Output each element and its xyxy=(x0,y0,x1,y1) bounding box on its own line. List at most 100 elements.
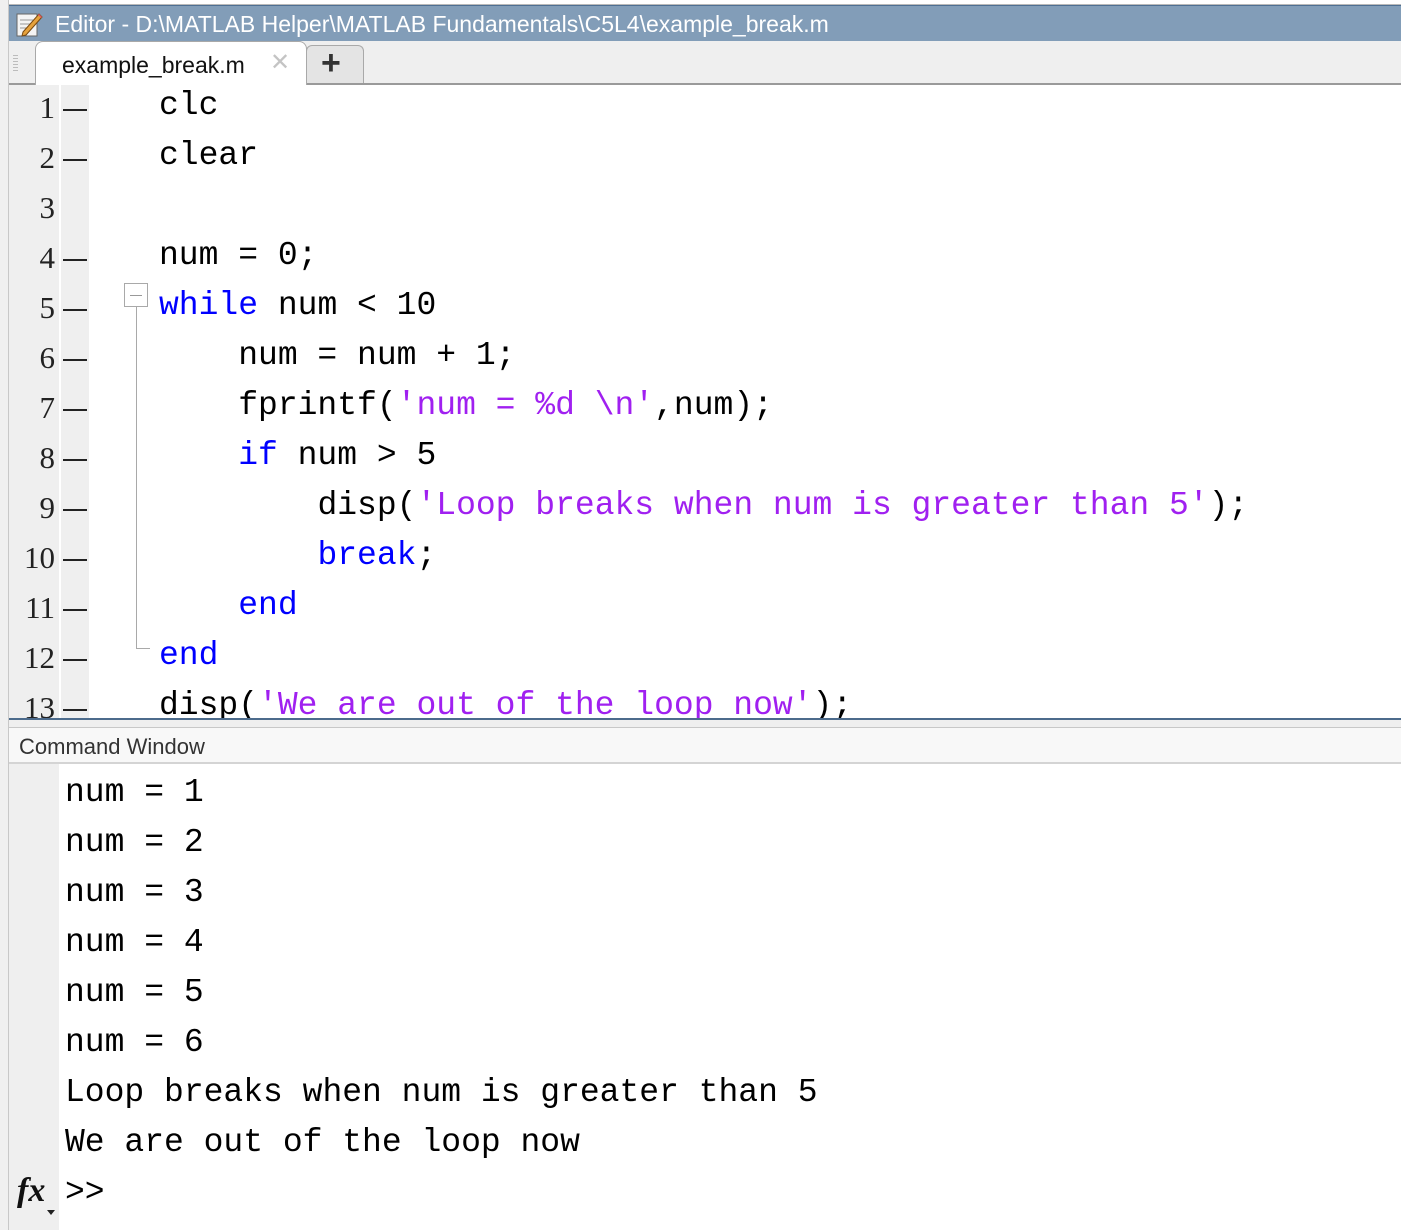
code-token: ); xyxy=(1209,487,1249,524)
breakpoint-marker[interactable] xyxy=(63,409,87,411)
panel-divider[interactable] xyxy=(9,720,1401,728)
output-line: We are out of the loop now xyxy=(65,1124,580,1161)
indent xyxy=(159,437,238,474)
breakpoint-marker[interactable] xyxy=(63,359,87,361)
code-token: fprintf( xyxy=(238,387,396,424)
output-line: num = 2 xyxy=(65,824,204,861)
line-number: 1 xyxy=(9,90,55,126)
code-line[interactable]: 13disp('We are out of the loop now'); xyxy=(9,685,1401,720)
output-line: num = 3 xyxy=(65,874,204,911)
indent xyxy=(159,337,238,374)
breakpoint-marker[interactable] xyxy=(63,559,87,561)
breakpoint-marker[interactable] xyxy=(63,309,87,311)
code-line[interactable]: 4 num = 0; xyxy=(9,235,1401,285)
code-line[interactable]: 3 xyxy=(9,185,1401,235)
code-text: disp('Loop breaks when num is greater th… xyxy=(159,487,1248,524)
code-text: clc xyxy=(159,87,218,124)
code-token: num > 5 xyxy=(278,437,436,474)
string-token: 'num = %d \n' xyxy=(397,387,654,424)
command-window[interactable]: num = 1num = 2num = 3num = 4num = 5num =… xyxy=(9,764,1401,1230)
breakpoint-marker[interactable] xyxy=(63,709,87,711)
breakpoint-marker[interactable] xyxy=(63,459,87,461)
indent xyxy=(159,587,238,624)
breakpoint-marker[interactable] xyxy=(63,109,87,111)
line-number: 11 xyxy=(9,590,55,626)
collapse-icon[interactable] xyxy=(124,283,148,307)
code-text: num = 0; xyxy=(159,237,317,274)
tab-bar: example_break.m ✕ + xyxy=(9,41,1401,85)
left-border xyxy=(0,0,9,1230)
editor-title-bar[interactable]: Editor - D:\MATLAB Helper\MATLAB Fundame… xyxy=(9,5,1401,41)
output-line: num = 1 xyxy=(65,774,204,811)
code-text: end xyxy=(159,637,218,674)
close-icon[interactable]: ✕ xyxy=(270,48,290,77)
line-number: 6 xyxy=(9,340,55,376)
code-line[interactable]: 10 break; xyxy=(9,535,1401,585)
code-line[interactable]: 1 clc xyxy=(9,85,1401,135)
line-number: 5 xyxy=(9,290,55,326)
code-text: num = num + 1; xyxy=(159,337,515,374)
code-line[interactable]: 9 disp('Loop breaks when num is greater … xyxy=(9,485,1401,535)
fold-guide xyxy=(136,307,137,649)
breakpoint-marker[interactable] xyxy=(63,509,87,511)
line-number: 2 xyxy=(9,140,55,176)
command-window-header[interactable]: Command Window xyxy=(9,728,1401,764)
code-token: ); xyxy=(813,687,853,720)
output-line: num = 6 xyxy=(65,1024,204,1061)
code-token: clear xyxy=(159,137,258,174)
string-token: 'Loop breaks when num is greater than 5' xyxy=(416,487,1208,524)
tab-example-break[interactable]: example_break.m ✕ xyxy=(35,41,307,85)
tab-label: example_break.m xyxy=(62,52,245,79)
code-editor[interactable]: 1 clc 2 clear 3 4 num = 0; 5 while num < 10 6 num… xyxy=(9,85,1401,720)
command-prompt[interactable]: >> xyxy=(65,1174,105,1211)
indent xyxy=(159,387,238,424)
line-number: 4 xyxy=(9,240,55,276)
indent xyxy=(159,537,317,574)
fold-guide-end xyxy=(136,648,150,649)
code-text: if num > 5 xyxy=(159,437,436,474)
code-token: disp( xyxy=(159,687,258,720)
breakpoint-marker[interactable] xyxy=(63,159,87,161)
code-token: clc xyxy=(159,87,218,124)
code-text: while num < 10 xyxy=(159,287,436,324)
code-line[interactable]: 5 while num < 10 xyxy=(9,285,1401,335)
pencil-editor-icon xyxy=(15,10,43,38)
function-browser-icon[interactable]: fx xyxy=(17,1172,45,1210)
code-token: num = 0; xyxy=(159,237,317,274)
line-number: 7 xyxy=(9,390,55,426)
line-number: 3 xyxy=(9,190,55,226)
code-text: break; xyxy=(159,537,436,574)
output-line: Loop breaks when num is greater than 5 xyxy=(65,1074,818,1111)
window-title: Editor - D:\MATLAB Helper\MATLAB Fundame… xyxy=(55,11,829,38)
keyword-token: end xyxy=(159,637,218,674)
code-line[interactable]: 12end xyxy=(9,635,1401,685)
keyword-token: if xyxy=(238,437,278,474)
dropdown-arrow-icon[interactable] xyxy=(47,1210,55,1215)
keyword-token: end xyxy=(238,587,297,624)
code-token: num < 10 xyxy=(258,287,436,324)
code-text: fprintf('num = %d \n',num); xyxy=(159,387,773,424)
add-tab-button[interactable]: + xyxy=(306,45,364,83)
code-token: num = num + 1; xyxy=(238,337,515,374)
code-token: ; xyxy=(416,537,436,574)
breakpoint-marker[interactable] xyxy=(63,259,87,261)
code-line[interactable]: 2 clear xyxy=(9,135,1401,185)
line-number: 8 xyxy=(9,440,55,476)
string-token: 'We are out of the loop now' xyxy=(258,687,813,720)
code-text: clear xyxy=(159,137,258,174)
code-line[interactable]: 6 num = num + 1; xyxy=(9,335,1401,385)
code-line[interactable]: 11 end xyxy=(9,585,1401,635)
code-line[interactable]: 8 if num > 5 xyxy=(9,435,1401,485)
line-number: 10 xyxy=(9,540,55,576)
code-text: disp('We are out of the loop now'); xyxy=(159,687,852,720)
code-line[interactable]: 7 fprintf('num = %d \n',num); xyxy=(9,385,1401,435)
keyword-token: while xyxy=(159,287,258,324)
code-text: end xyxy=(159,587,298,624)
plus-icon: + xyxy=(321,44,341,83)
output-line: num = 5 xyxy=(65,974,204,1011)
drag-grip-icon[interactable] xyxy=(13,55,18,73)
line-number: 9 xyxy=(9,490,55,526)
breakpoint-marker[interactable] xyxy=(63,609,87,611)
breakpoint-marker[interactable] xyxy=(63,659,87,661)
indent xyxy=(159,487,317,524)
